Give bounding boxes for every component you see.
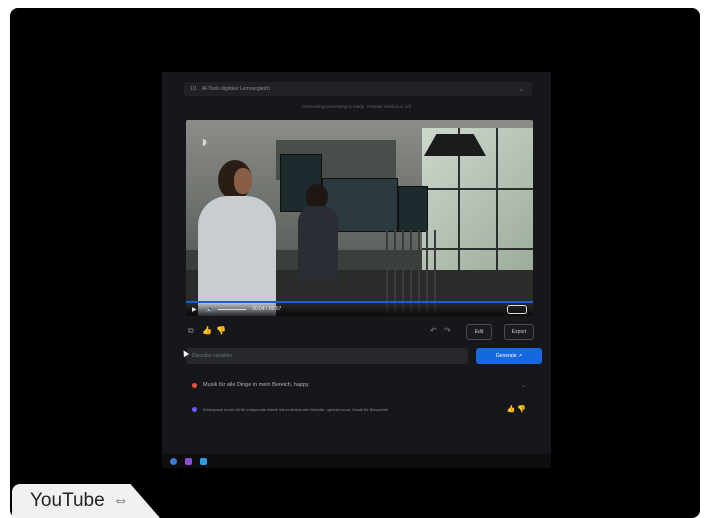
history-dot-icon (192, 406, 197, 412)
project-title: Al-Tools digitaler Lernvergleich (201, 86, 271, 92)
action-row: ⧉ 👍 👎 ↶ ↷ Edit Export (186, 324, 534, 340)
video-embed-frame[interactable]: 1/1 Al-Tools digitaler Lernvergleich ⌄ G… (10, 8, 700, 518)
video-time: 00:04 / 00:07 (252, 306, 282, 312)
video-scene-person (298, 184, 342, 280)
settings-toggle[interactable] (507, 304, 527, 314)
app-window: 1/1 Al-Tools digitaler Lernvergleich ⌄ G… (162, 72, 551, 468)
thumbs-up-icon[interactable]: 👍 👎 (507, 405, 526, 413)
copy-icon[interactable]: ⧉ (188, 326, 194, 336)
chevron-down-icon[interactable]: ⌄ (521, 382, 526, 389)
play-icon[interactable]: ▶ (192, 306, 197, 313)
status-text: Generating processing is ready. Youtube … (301, 104, 412, 109)
history-dot-icon (192, 382, 197, 388)
video-scene-person (198, 156, 284, 316)
generate-button[interactable]: Generate ↗ (476, 348, 542, 364)
app-icon[interactable] (185, 457, 192, 465)
redo-icon[interactable]: ↷ (444, 326, 451, 335)
chevron-down-icon[interactable]: ⌄ (519, 86, 524, 93)
link-icon: ⇔ (112, 492, 129, 509)
browser-icon[interactable] (170, 457, 177, 465)
video-watermark-logo: ◑ (198, 134, 208, 151)
youtube-label: YouTube (30, 490, 105, 511)
project-title-bar[interactable]: 1/1 Al-Tools digitaler Lernvergleich ⌄ (184, 82, 532, 96)
edit-button[interactable]: Edit (466, 324, 492, 340)
taskbar (162, 454, 551, 468)
history-item-text: Musik für alle Dinge in mein Bereich, ha… (203, 382, 309, 388)
video-controls: ▶ 🔈 00:04 / 00:07 (186, 302, 533, 316)
export-button[interactable]: Export (504, 324, 534, 340)
volume-icon[interactable]: 🔈 (207, 306, 214, 313)
history-item[interactable]: Workspace music kit für entspannte Arbei… (192, 402, 532, 416)
prompt-input[interactable]: Describe variation (186, 348, 468, 364)
video-scene-monitor (398, 186, 428, 232)
thumbs-down-icon[interactable]: 👎 (216, 326, 226, 335)
page-indicator: 1/1 (190, 86, 197, 92)
history-item-text: Workspace music kit für entspannte Arbei… (203, 406, 389, 412)
app-icon[interactable] (200, 457, 207, 465)
volume-slider[interactable] (218, 308, 247, 310)
undo-icon[interactable]: ↶ (430, 326, 437, 335)
thumbs-up-icon[interactable]: 👍 (202, 326, 212, 335)
history-item[interactable]: Musik für alle Dinge in mein Bereich, ha… (192, 378, 532, 392)
video-player[interactable]: ◑ ▶ 🔈 00:04 / 00:07 (186, 120, 533, 316)
